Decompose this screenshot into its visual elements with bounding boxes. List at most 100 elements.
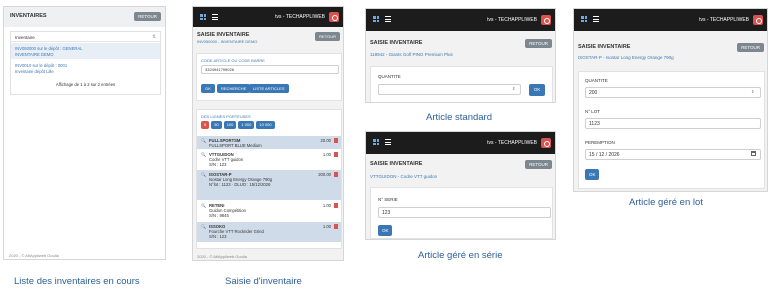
search-icon[interactable]: 🔍 xyxy=(201,152,206,157)
calendar-icon[interactable] xyxy=(751,151,756,156)
logout-icon[interactable] xyxy=(329,12,339,22)
return-button[interactable]: RETOUR xyxy=(134,12,161,21)
footer-text: 2020 - © AtlAppliweb Goulia xyxy=(197,254,247,259)
search-icon[interactable]: 🔍 xyxy=(201,172,206,177)
page-title: SAISIE INVENTAIRE xyxy=(370,161,423,167)
page-size-option[interactable]: 100 xyxy=(223,121,237,129)
list-header: INVENTAIRES RETOUR xyxy=(4,7,165,27)
return-button[interactable]: RETOUR xyxy=(525,160,552,169)
line-qty: 1.00 xyxy=(322,224,331,229)
return-button[interactable]: RETOUR xyxy=(525,39,552,48)
logout-icon[interactable] xyxy=(541,15,551,25)
menu-icon[interactable] xyxy=(385,16,391,22)
serial-article-screen: tvs - TECHAPPLIWEB SAISIE INVENTAIRE VTT… xyxy=(365,131,556,240)
user-label: tvs - TECHAPPLIWEB xyxy=(487,17,537,23)
inventory-table: Inventaire ⇅ INV050000 sur le dépôt : GE… xyxy=(10,31,161,95)
line-qty: 20.00 xyxy=(320,138,331,143)
table-header: Inventaire ⇅ xyxy=(11,32,160,42)
spinner-icon[interactable]: ⇕ xyxy=(512,86,515,91)
caption-lot: Article géré en lot xyxy=(629,197,703,208)
caption-list: Liste des inventaires en cours xyxy=(14,276,140,287)
expiry-label: PEREMPTION xyxy=(585,140,615,145)
logout-icon[interactable] xyxy=(753,15,763,25)
lines-panel: DES LIGNES PORTEUSES 5 50 100 1 000 10 0… xyxy=(196,109,342,249)
quantity-input[interactable] xyxy=(378,84,521,95)
page-title: SAISIE INVENTAIRE xyxy=(370,40,423,46)
article-list-button[interactable]: LISTE ARTICLES xyxy=(249,84,289,93)
column-header: Inventaire xyxy=(15,35,35,40)
inventory-entry-screen: tvs - TECHAPPLIWEB SAISIE INVENTAIRE INV… xyxy=(192,6,344,261)
delete-icon[interactable] xyxy=(334,138,338,143)
inventory-line[interactable]: 🔍 ISOSTAR-P Isostar Long Energy Orange 7… xyxy=(197,170,341,200)
menu-icon[interactable] xyxy=(385,139,391,145)
footer-text: 2020 - © AtlAppliweb Goulia xyxy=(9,253,59,258)
page-size-option[interactable]: 50 xyxy=(211,121,222,129)
caption-serial: Article géré en série xyxy=(418,250,503,261)
lines-label: DES LIGNES PORTEUSES xyxy=(201,114,251,119)
spinner-icon[interactable]: ⇕ xyxy=(751,89,754,94)
inventory-subtitle: INV050000 - INVENTAIRE DEMO xyxy=(197,39,258,44)
inventory-line[interactable]: 🔍 VTTGUIDON Codre VTT guidon S/N : 123 1… xyxy=(197,150,341,169)
ok-button[interactable]: OK xyxy=(585,169,599,180)
table-row[interactable]: INV050000 sur le dépôt : GENERAL INVENTA… xyxy=(11,43,160,59)
page-title: INVENTAIRES xyxy=(10,13,47,19)
ok-button[interactable]: OK xyxy=(529,84,545,96)
page-size-option[interactable]: 5 xyxy=(201,121,210,129)
table-row[interactable]: INV0010 sur le dépôt : 0001 Inventaire d… xyxy=(11,60,160,76)
page-title: SAISIE INVENTAIRE xyxy=(197,32,250,38)
page-size-option[interactable]: 1 000 xyxy=(238,121,255,129)
quantity-label: QUANTITE xyxy=(378,74,401,79)
return-button[interactable]: RETOUR xyxy=(315,32,340,41)
delete-icon[interactable] xyxy=(334,203,338,208)
quantity-label: QUANTITE xyxy=(585,78,608,83)
caption-standard: Article standard xyxy=(426,112,493,123)
inventory-line[interactable]: 🔍 RETENI Guidon Compétition S/N : 9845 1… xyxy=(197,201,341,221)
standard-article-screen: tvs - TECHAPPLIWEB SAISIE INVENTAIRE 118… xyxy=(365,8,556,103)
quantity-input[interactable]: 200 xyxy=(585,87,761,98)
apps-grid-icon[interactable] xyxy=(581,16,587,22)
quantity-panel: QUANTITE ⇕ OK xyxy=(370,66,553,102)
search-icon[interactable]: 🔍 xyxy=(201,203,206,208)
search-button[interactable]: RECHERCHE xyxy=(217,84,251,93)
search-icon[interactable]: 🔍 xyxy=(201,138,206,143)
scan-input[interactable]: 3324941799026 xyxy=(201,65,339,74)
inventory-list-screen: INVENTAIRES RETOUR Inventaire ⇅ INV05000… xyxy=(3,6,166,260)
return-button[interactable]: RETOUR xyxy=(737,43,764,52)
apps-grid-icon[interactable] xyxy=(373,139,379,145)
inventory-line[interactable]: 🔍 ISSOKO Fourche VTT Rockrider Grind S/N… xyxy=(197,222,341,242)
delete-icon[interactable] xyxy=(334,172,338,177)
logout-icon[interactable] xyxy=(541,138,551,148)
top-navbar: tvs - TECHAPPLIWEB xyxy=(574,9,767,31)
lot-label: N° LOT xyxy=(585,109,601,114)
article-subtitle: VTTGUIDON - Codre VTT guidon xyxy=(370,174,438,179)
expiry-date-input[interactable]: 15 / 12 / 2026 xyxy=(585,149,761,160)
lot-input[interactable]: 1123 xyxy=(585,118,761,129)
apps-grid-icon[interactable] xyxy=(200,14,206,20)
page-size-option[interactable]: 10 000 xyxy=(256,121,275,129)
ok-button[interactable]: OK xyxy=(378,225,392,236)
inventory-line[interactable]: 🔍 FULLSPORTSM FULLSPORT BLUE Medium 20.0… xyxy=(197,136,341,149)
article-subtitle: ISOSTAR-P - Isostar Long Energy Orange 7… xyxy=(578,55,674,60)
page-title: SAISIE INVENTAIRE xyxy=(578,44,631,50)
row-line1: INV050000 sur le dépôt : GENERAL xyxy=(15,46,83,51)
line-extra: S/N : 9845 xyxy=(209,213,229,218)
lot-panel: QUANTITE 200 ⇕ N° LOT 1123 PEREMPTION 15… xyxy=(578,71,765,189)
top-navbar: tvs - TECHAPPLIWEB xyxy=(193,7,343,27)
delete-icon[interactable] xyxy=(334,152,338,157)
search-icon[interactable]: 🔍 xyxy=(201,224,206,229)
page-size-selector: 5 50 100 1 000 10 000 xyxy=(201,121,275,129)
scan-panel: CODE ARTICLE OU CODE BARRE 3324941799026… xyxy=(196,53,342,101)
row-line1: INV0010 sur le dépôt : 0001 xyxy=(15,63,68,68)
scan-label: CODE ARTICLE OU CODE BARRE xyxy=(201,58,265,63)
scan-ok-button[interactable]: OK xyxy=(201,84,215,93)
sort-icon[interactable]: ⇅ xyxy=(152,34,156,40)
apps-grid-icon[interactable] xyxy=(373,16,379,22)
user-label: tvs - TECHAPPLIWEB xyxy=(275,14,325,20)
menu-icon[interactable] xyxy=(212,14,218,20)
serial-input[interactable]: 123 xyxy=(378,207,551,218)
line-extra: S/N : 123 xyxy=(209,162,227,167)
line-desc: FULLSPORT BLUE Medium xyxy=(209,143,262,148)
delete-icon[interactable] xyxy=(334,224,338,229)
menu-icon[interactable] xyxy=(593,16,599,22)
top-navbar: tvs - TECHAPPLIWEB xyxy=(366,9,555,31)
